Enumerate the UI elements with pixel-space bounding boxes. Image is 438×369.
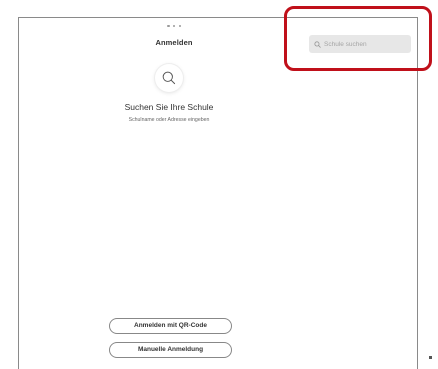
app-screen: Anmelden Suchen Sie Ihre Schule Schulnam… (0, 0, 438, 369)
grabber-dot (172, 24, 176, 28)
sheet-title: Anmelden (155, 38, 193, 47)
grabber-dot (167, 24, 170, 28)
empty-state-heading: Suchen Sie Ihre Schule (124, 102, 214, 112)
sheet-grabber-handle[interactable] (167, 24, 181, 28)
highlight-annotation (284, 6, 432, 71)
qr-code-login-button[interactable]: Anmelden mit QR-Code (109, 318, 232, 334)
corner-marker (429, 356, 432, 359)
search-icon (155, 64, 183, 92)
empty-state-subtext: Schulname oder Adresse eingeben (128, 117, 210, 123)
grabber-dot (178, 24, 181, 28)
manual-login-button[interactable]: Manuelle Anmeldung (109, 342, 232, 358)
